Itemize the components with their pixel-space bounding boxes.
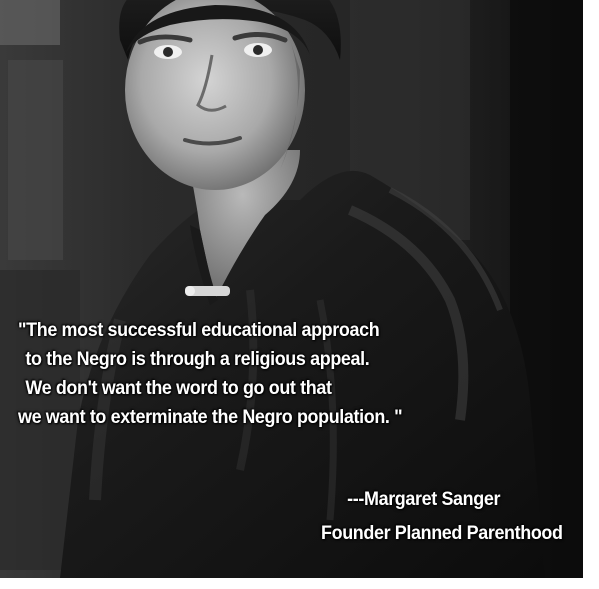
quote-line-2: to the Negro is through a religious appe…: [25, 348, 370, 370]
quote-line-1: "The most successful educational approac…: [18, 319, 380, 341]
attribution-author: ---Margaret Sanger: [347, 488, 501, 510]
quote-text: "The most successful educational approac…: [18, 316, 533, 432]
quote-line-3: We don't want the word to go out that: [25, 377, 332, 399]
photo-frame: "The most successful educational approac…: [0, 0, 583, 578]
quote-line-4: we want to exterminate the Negro populat…: [18, 406, 403, 428]
attribution-role: Founder Planned Parenthood: [321, 522, 563, 544]
quote-attribution: ---Margaret Sanger Founder Planned Paren…: [321, 482, 563, 550]
